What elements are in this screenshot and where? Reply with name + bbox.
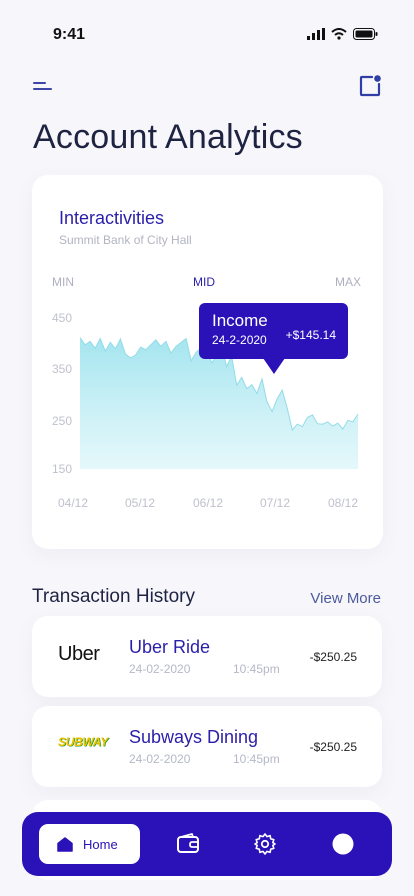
y-tick-label: 250 — [52, 414, 72, 428]
settings-gear-icon[interactable] — [253, 832, 277, 856]
x-tick-label: 04/12 — [58, 496, 88, 510]
transaction-row[interactable]: SUBWAY Subways Dining 24-02-2020 10:45pm… — [32, 706, 382, 787]
area-chart[interactable]: 450 350 250 150 04/12 05/12 06/12 07/12 08/12 — [32, 175, 383, 549]
nav-home-button[interactable]: Home — [39, 824, 140, 864]
tooltip-label: Income — [212, 311, 268, 330]
transaction-time: 10:45pm — [233, 752, 280, 766]
wallet-icon[interactable] — [176, 832, 200, 856]
uber-logo: Uber — [58, 643, 100, 665]
y-tick-label: 150 — [52, 462, 72, 476]
status-bar: 9:41 — [0, 0, 414, 60]
tooltip-date: 24-2-2020 — [212, 333, 267, 347]
transaction-date: 24-02-2020 — [129, 662, 191, 676]
transaction-name: Uber Ride — [129, 637, 211, 657]
analytics-card: Interactivities Summit Bank of City Hall… — [32, 175, 383, 549]
nav-home-label: Home — [83, 837, 118, 852]
profile-icon[interactable] — [331, 832, 355, 856]
menu-icon[interactable] — [32, 78, 54, 96]
signal-icon — [307, 28, 325, 40]
x-tick-label: 06/12 — [193, 496, 223, 510]
page-title: Account Analytics — [33, 118, 303, 156]
home-icon — [57, 837, 73, 852]
view-more-link[interactable]: View More — [310, 590, 381, 607]
y-tick-label: 450 — [52, 311, 72, 325]
transaction-date: 24-02-2020 — [129, 752, 191, 766]
x-tick-label: 07/12 — [260, 496, 290, 510]
subway-logo: SUBWAY — [58, 735, 108, 749]
chart-tooltip: Income 24-2-2020 +$145.14 — [199, 303, 348, 374]
x-tick-label: 05/12 — [125, 496, 155, 510]
tooltip-amount: +$145.14 — [285, 328, 336, 342]
status-time: 9:41 — [53, 26, 86, 43]
transaction-name: Subways Dining — [129, 727, 259, 747]
transaction-amount: -$250.25 — [309, 650, 357, 664]
status-icons — [307, 28, 378, 40]
x-tick-label: 08/12 — [328, 496, 358, 510]
battery-icon — [353, 28, 378, 40]
transaction-amount: -$250.25 — [309, 740, 357, 754]
transaction-time: 10:45pm — [233, 662, 280, 676]
notification-icon[interactable] — [358, 74, 382, 98]
wifi-icon — [331, 28, 347, 40]
transaction-row[interactable]: Uber Uber Ride 24-02-2020 10:45pm -$250.… — [32, 616, 382, 697]
transaction-history-title: Transaction History — [32, 586, 195, 607]
bottom-nav: Home — [22, 812, 392, 876]
y-tick-label: 350 — [52, 362, 72, 376]
